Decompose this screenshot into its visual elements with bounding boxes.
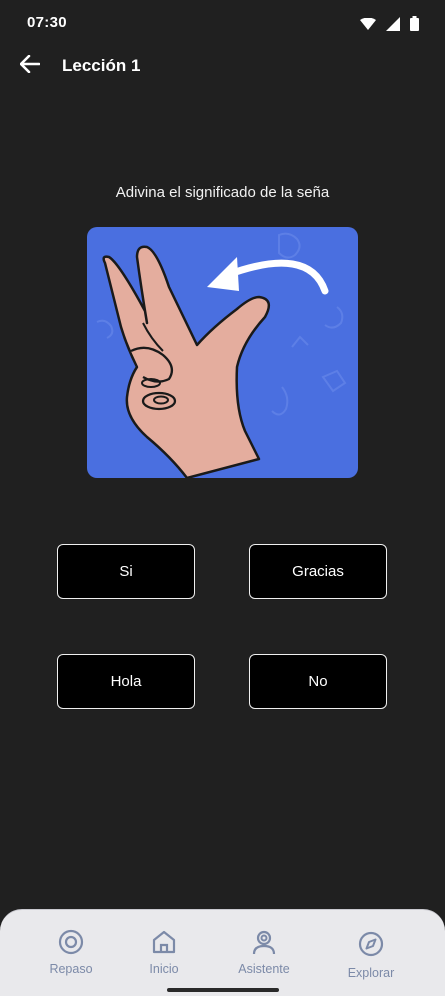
- wifi-icon: [360, 17, 376, 30]
- status-bar: 07:30: [0, 0, 445, 46]
- nav-label: Repaso: [49, 962, 93, 976]
- nav-item-inicio[interactable]: Inicio: [119, 928, 209, 976]
- sign-illustration: [87, 227, 358, 478]
- app-screen: 07:30 Lección 1 Adivina el significado d…: [0, 0, 445, 996]
- nav-item-explorar[interactable]: Explorar: [326, 930, 416, 980]
- page-title: Lección 1: [62, 56, 141, 75]
- question-prompt: Adivina el significado de la seña: [115, 184, 330, 201]
- status-icons: [360, 16, 419, 31]
- user-icon: [250, 928, 278, 956]
- nav-item-asistente[interactable]: Asistente: [219, 928, 309, 976]
- home-icon: [150, 928, 178, 956]
- app-bar: Lección 1: [0, 46, 445, 86]
- battery-icon: [410, 16, 419, 31]
- answer-option-hola[interactable]: Hola: [57, 654, 195, 709]
- nav-label: Explorar: [347, 966, 395, 980]
- nav-label: Inicio: [149, 962, 179, 976]
- gesture-bar: [167, 988, 279, 992]
- answer-option-si[interactable]: Si: [57, 544, 195, 599]
- nav-item-repaso[interactable]: Repaso: [26, 928, 116, 976]
- status-time: 07:30: [27, 14, 67, 31]
- compass-icon: [357, 930, 385, 958]
- cellular-signal-icon: [386, 16, 400, 31]
- nav-label: Asistente: [238, 962, 290, 976]
- target-icon: [57, 928, 85, 956]
- answer-option-gracias[interactable]: Gracias: [249, 544, 387, 599]
- bottom-navigation: Repaso Inicio Asistente Explorar: [0, 909, 445, 996]
- arrow-left-icon: [19, 54, 41, 78]
- back-button[interactable]: [14, 50, 46, 82]
- answer-option-no[interactable]: No: [249, 654, 387, 709]
